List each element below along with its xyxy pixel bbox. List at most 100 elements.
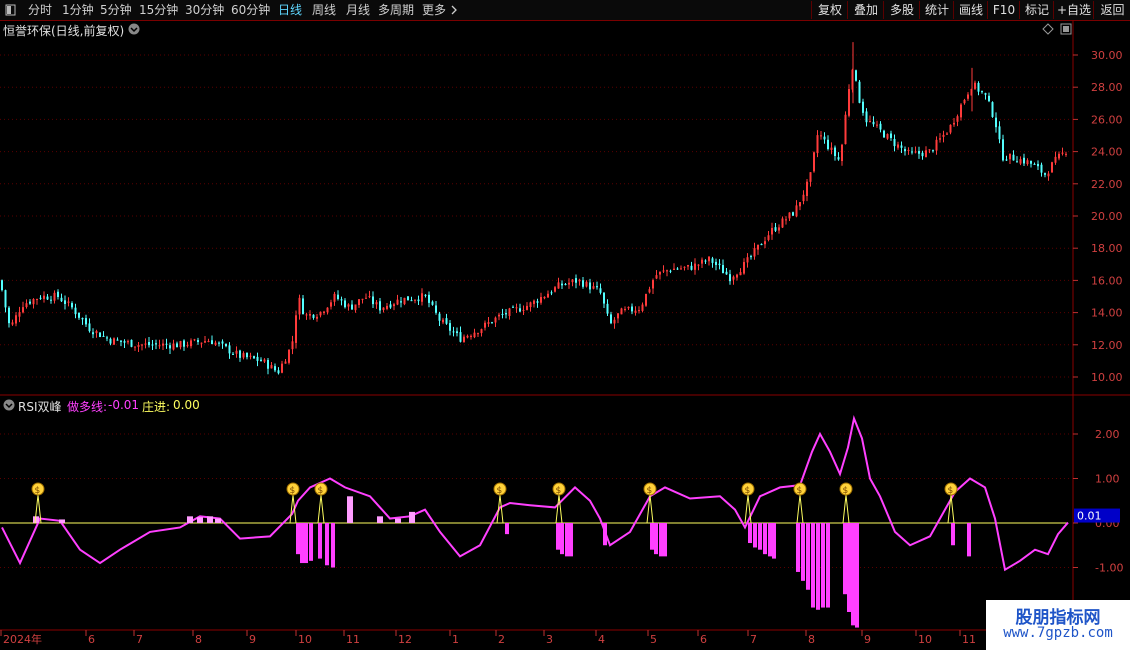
histogram-bar [951,523,955,546]
candle-body [200,342,203,344]
candle-body [1005,159,1008,161]
chevron-right-icon[interactable] [450,0,458,20]
period-tab-4[interactable]: 30分钟 [185,0,224,20]
period-tab-2[interactable]: 5分钟 [100,0,132,20]
candle-body [834,147,836,156]
price-tick-label: 10.00 [1091,371,1123,384]
period-tab-9[interactable]: 多周期 [378,0,414,20]
candle-body [228,345,231,354]
candle-body [361,298,364,300]
chevron-down-icon[interactable] [3,398,15,415]
candle-body [449,323,451,331]
candle-body [606,303,609,314]
histogram-bar [806,523,810,590]
x-tick-label: 5 [650,633,657,646]
candle-body [851,69,854,90]
candle-body [81,317,84,320]
histogram-bar [748,523,752,544]
toolbar-button-7[interactable]: +自选 [1053,1,1094,19]
period-tab-10[interactable]: 更多 [422,0,446,20]
candle-body [620,308,623,315]
chevron-down-icon[interactable] [128,22,140,39]
candle-body [8,307,10,324]
candle-body [561,283,563,286]
candle-body [172,343,175,350]
candle-body [267,360,269,369]
candle-body [1026,160,1029,165]
candle-body [323,311,325,313]
candle-body [225,343,227,347]
toolbar-button-3[interactable]: 统计 [919,1,954,19]
candle-body [1023,157,1025,164]
candle-body [617,313,619,319]
kline-chart[interactable]: 30.0028.0026.0024.0022.0020.0018.0016.00… [0,0,1130,650]
x-tick-label: 3 [546,633,553,646]
candle-body [46,296,49,300]
histogram-bar [801,523,805,581]
price-tick-label: 30.00 [1091,49,1123,62]
histogram-bar [772,523,776,559]
x-tick-label: 6 [700,633,707,646]
candle-body [862,101,864,113]
diamond-icon[interactable] [1042,23,1054,38]
candle-body [932,150,934,152]
window-icon[interactable] [4,0,18,20]
candle-body [781,218,784,228]
money-bag-icon-glyph: $ [797,486,803,496]
histogram-bar [847,523,851,612]
candle-body [330,302,332,307]
candle-body [162,343,164,346]
toolbar-button-5[interactable]: F10 [987,1,1020,19]
candle-body [596,286,598,288]
candle-body [795,205,798,217]
toolbar-button-4[interactable]: 画线 [953,1,988,19]
period-tab-3[interactable]: 15分钟 [139,0,178,20]
candle-body [179,341,182,348]
candle-body [295,315,297,343]
indicator-tick-label: 1.00 [1095,473,1120,486]
period-tab-7[interactable]: 周线 [312,0,336,20]
settings-icon[interactable] [1060,23,1072,38]
candle-body [711,258,714,263]
candle-body [666,270,668,272]
candle-body [701,259,703,264]
candle-body [74,307,77,315]
candle-body [564,283,567,285]
candle-body [204,341,206,343]
candle-body [645,293,647,306]
period-tab-0[interactable]: 分时 [28,0,52,20]
candle-body [319,311,322,316]
candle-body [22,307,24,313]
indicator-line2-label: 庄进: [142,400,171,414]
candle-body [578,279,581,282]
period-tab-1[interactable]: 1分钟 [62,0,94,20]
histogram-bar [296,523,300,555]
candle-body [757,244,759,250]
toolbar-button-0[interactable]: 复权 [811,1,848,19]
candle-body [253,356,255,359]
candle-body [823,136,826,140]
period-tab-5[interactable]: 60分钟 [231,0,270,20]
period-tab-6[interactable]: 日线 [278,0,302,20]
candle-body [260,359,262,362]
candle-body [883,130,885,138]
indicator-tick-label: -1.00 [1095,562,1123,575]
toolbar-button-6[interactable]: 标记 [1019,1,1054,19]
candle-body [942,134,945,137]
signal-block [409,511,415,523]
price-tick-label: 18.00 [1091,242,1123,255]
candle-body [911,151,913,153]
candle-body [165,343,168,345]
period-tab-8[interactable]: 月线 [346,0,370,20]
toolbar-button-8[interactable]: 返回 [1093,1,1130,19]
candle-body [750,256,752,258]
toolbar-button-1[interactable]: 叠加 [847,1,884,19]
candle-body [137,345,140,347]
candle-body [477,333,479,335]
toolbar-button-2[interactable]: 多股 [883,1,920,19]
candle-body [785,219,787,221]
candle-body [508,308,511,316]
candle-body [760,243,763,246]
candle-body [977,82,980,92]
candle-body [410,300,413,302]
